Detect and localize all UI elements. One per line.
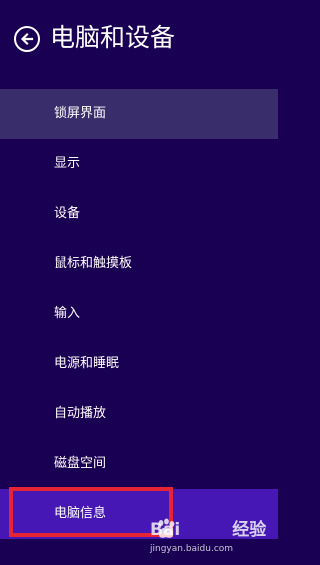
page-title: 电脑和设备 xyxy=(50,23,176,52)
menu-item-label: 自动播放 xyxy=(54,406,107,421)
menu-item-lock-screen[interactable]: 锁屏界面 xyxy=(0,89,278,139)
menu-item-autoplay[interactable]: 自动播放 xyxy=(0,389,278,439)
header: 电脑和设备 xyxy=(0,0,278,80)
watermark-brand-prefix: Bai xyxy=(150,520,181,540)
baidu-jingyan-watermark: Bai 经验 jingyan.baidu.com xyxy=(150,511,270,559)
annotation-highlight-box xyxy=(9,487,173,537)
menu-item-display[interactable]: 显示 xyxy=(0,139,278,189)
menu-item-power-sleep[interactable]: 电源和睡眠 xyxy=(0,339,278,389)
menu-item-label: 鼠标和触摸板 xyxy=(54,256,133,271)
menu-item-devices[interactable]: 设备 xyxy=(0,189,278,239)
menu-item-label: 显示 xyxy=(54,156,81,171)
pc-and-devices-page: 电脑和设备 锁屏界面 显示 设备 鼠标和触摸板 输入 电源和睡眠 自动播放 磁盘… xyxy=(0,0,278,565)
menu-item-label: 设备 xyxy=(54,206,81,221)
watermark-brand-suffix: 经验 xyxy=(232,520,267,540)
menu-item-disk-space[interactable]: 磁盘空间 xyxy=(0,439,278,489)
back-arrow-icon xyxy=(20,32,34,46)
settings-menu: 锁屏界面 显示 设备 鼠标和触摸板 输入 电源和睡眠 自动播放 磁盘空间 电脑信… xyxy=(0,89,278,539)
menu-item-typing[interactable]: 输入 xyxy=(0,289,278,339)
menu-item-mouse-touchpad[interactable]: 鼠标和触摸板 xyxy=(0,239,278,289)
back-button[interactable] xyxy=(14,26,40,52)
watermark-url: jingyan.baidu.com xyxy=(150,544,234,554)
menu-item-label: 磁盘空间 xyxy=(54,456,107,471)
menu-item-label: 锁屏界面 xyxy=(54,106,107,121)
menu-item-label: 输入 xyxy=(54,306,81,321)
watermark-brand: Bai 经验 xyxy=(150,515,266,540)
menu-item-label: 电源和睡眠 xyxy=(54,356,120,371)
